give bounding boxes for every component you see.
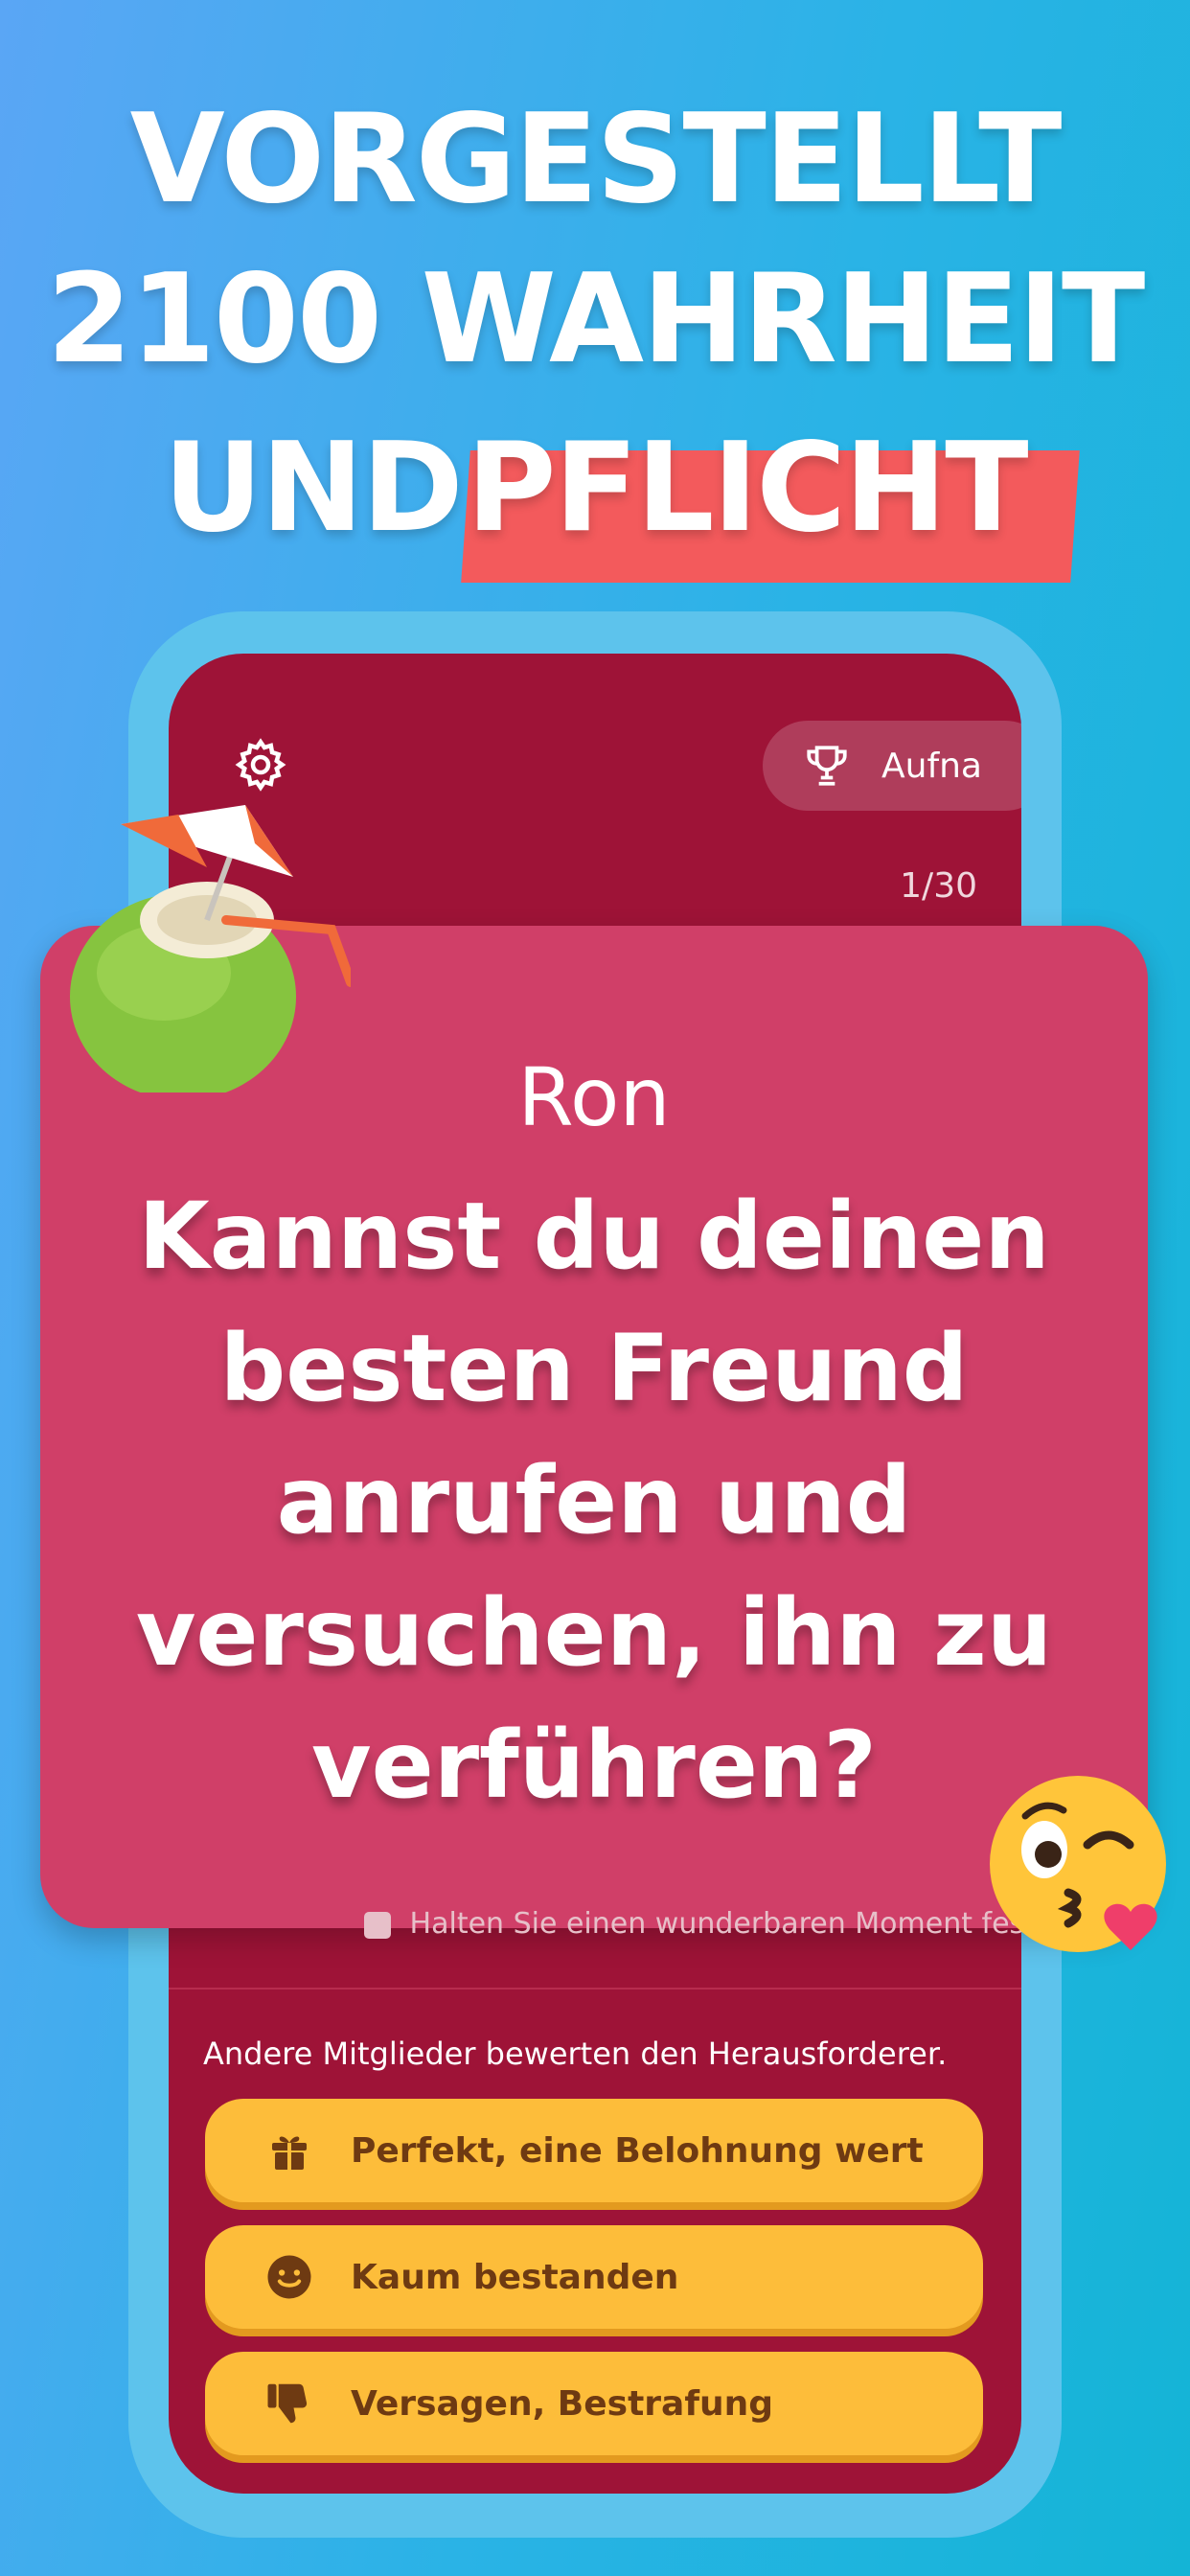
record-button[interactable]: Aufna bbox=[763, 721, 1021, 811]
barely-passed-label: Kaum bestanden bbox=[351, 2257, 679, 2297]
question-counter: 1/30 bbox=[900, 866, 977, 906]
rating-prompt: Andere Mitglieder bewerten den Herausfor… bbox=[203, 2036, 948, 2072]
trophy-icon bbox=[807, 746, 847, 786]
headline-line-1: VORGESTELLT bbox=[129, 88, 1063, 231]
kiss-emoji-icon bbox=[990, 1776, 1166, 1952]
coconut-drink-icon bbox=[70, 805, 351, 1092]
checkbox-icon[interactable] bbox=[364, 1911, 391, 1939]
record-label: Aufna bbox=[881, 746, 982, 786]
headline-pflicht: PFLICHT bbox=[466, 417, 1029, 560]
barely-passed-button[interactable]: Kaum bestanden bbox=[205, 2225, 983, 2329]
headline-line-3: UND PFLICHT bbox=[0, 417, 1190, 560]
gear-icon[interactable] bbox=[232, 736, 289, 794]
fail-button-label: Versagen, Bestrafung bbox=[351, 2383, 774, 2424]
smile-icon bbox=[263, 2250, 316, 2304]
reward-button-label: Perfekt, eine Belohnung wert bbox=[351, 2130, 924, 2171]
gift-icon bbox=[263, 2124, 316, 2177]
reward-button[interactable]: Perfekt, eine Belohnung wert bbox=[205, 2099, 983, 2202]
thumbs-down-icon bbox=[263, 2377, 316, 2430]
divider bbox=[169, 1988, 1021, 1990]
hint-row: Halten Sie einen wunderbaren Moment fes bbox=[364, 1907, 1025, 1942]
fail-button[interactable]: Versagen, Bestrafung bbox=[205, 2352, 983, 2455]
headline-und: UND bbox=[163, 417, 463, 560]
hint-text: Halten Sie einen wunderbaren Moment fes bbox=[409, 1907, 1025, 1941]
headline-line-2: 2100 WAHRHEIT bbox=[46, 248, 1146, 391]
question-text: Kannst du deinen besten Freund anrufen u… bbox=[135, 1183, 1053, 1819]
